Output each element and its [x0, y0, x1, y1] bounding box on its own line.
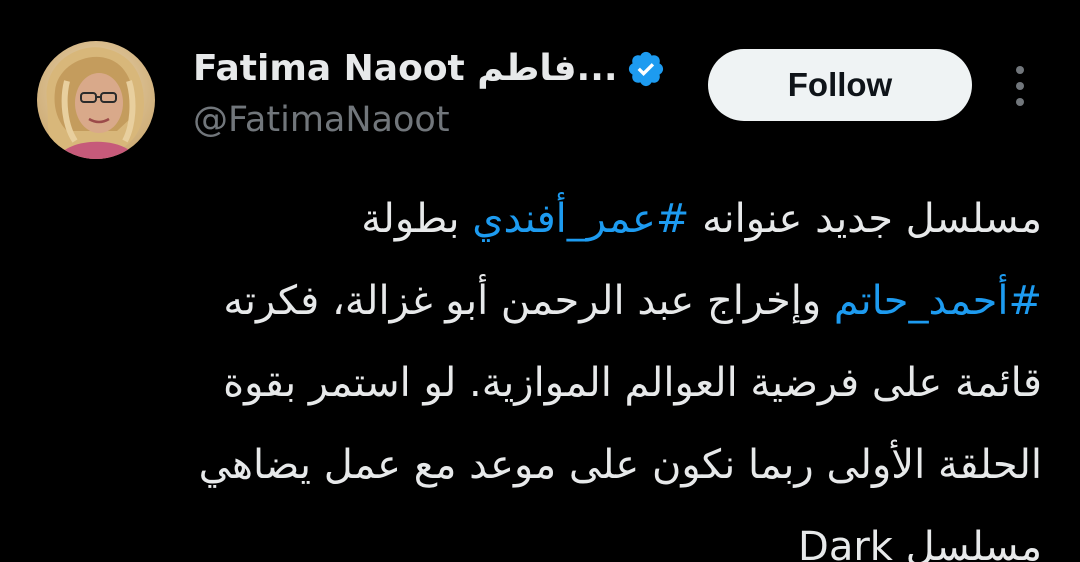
tweet-card: Fatima Naoot فاطم... @FatimaNaoot Follow…	[0, 0, 1080, 562]
hashtag-link[interactable]: #أحمد_حاتم	[834, 278, 1042, 324]
tweet-line-1: مسلسل جديد عنوانه #عمر_أفندي بطولة	[361, 196, 1042, 242]
more-vertical-icon[interactable]	[1004, 66, 1036, 106]
avatar-image	[37, 41, 155, 159]
follow-button[interactable]: Follow	[708, 49, 972, 121]
tweet-text: مسلسل جديد عنوانه #عمر_أفندي بطولة #أحمد…	[82, 178, 1042, 562]
verified-badge-icon[interactable]	[626, 49, 666, 89]
tweet-line-3: قائمة على فرضية العوالم الموازية. لو است…	[223, 360, 1042, 406]
tweet-line-5: مسلسل Dark	[798, 524, 1042, 562]
author-name-text[interactable]: Fatima Naoot فاطم...	[193, 48, 618, 89]
hashtag-link[interactable]: #عمر_أفندي	[472, 196, 689, 242]
author-handle[interactable]: @FatimaNaoot	[193, 100, 450, 140]
author-display-name[interactable]: Fatima Naoot فاطم...	[193, 48, 666, 89]
tweet-line-4: الحلقة الأولى ربما نكون على موعد مع عمل …	[198, 442, 1042, 488]
tweet-line-2: #أحمد_حاتم وإخراج عبد الرحمن أبو غزالة، …	[223, 278, 1042, 324]
avatar[interactable]	[37, 41, 155, 159]
